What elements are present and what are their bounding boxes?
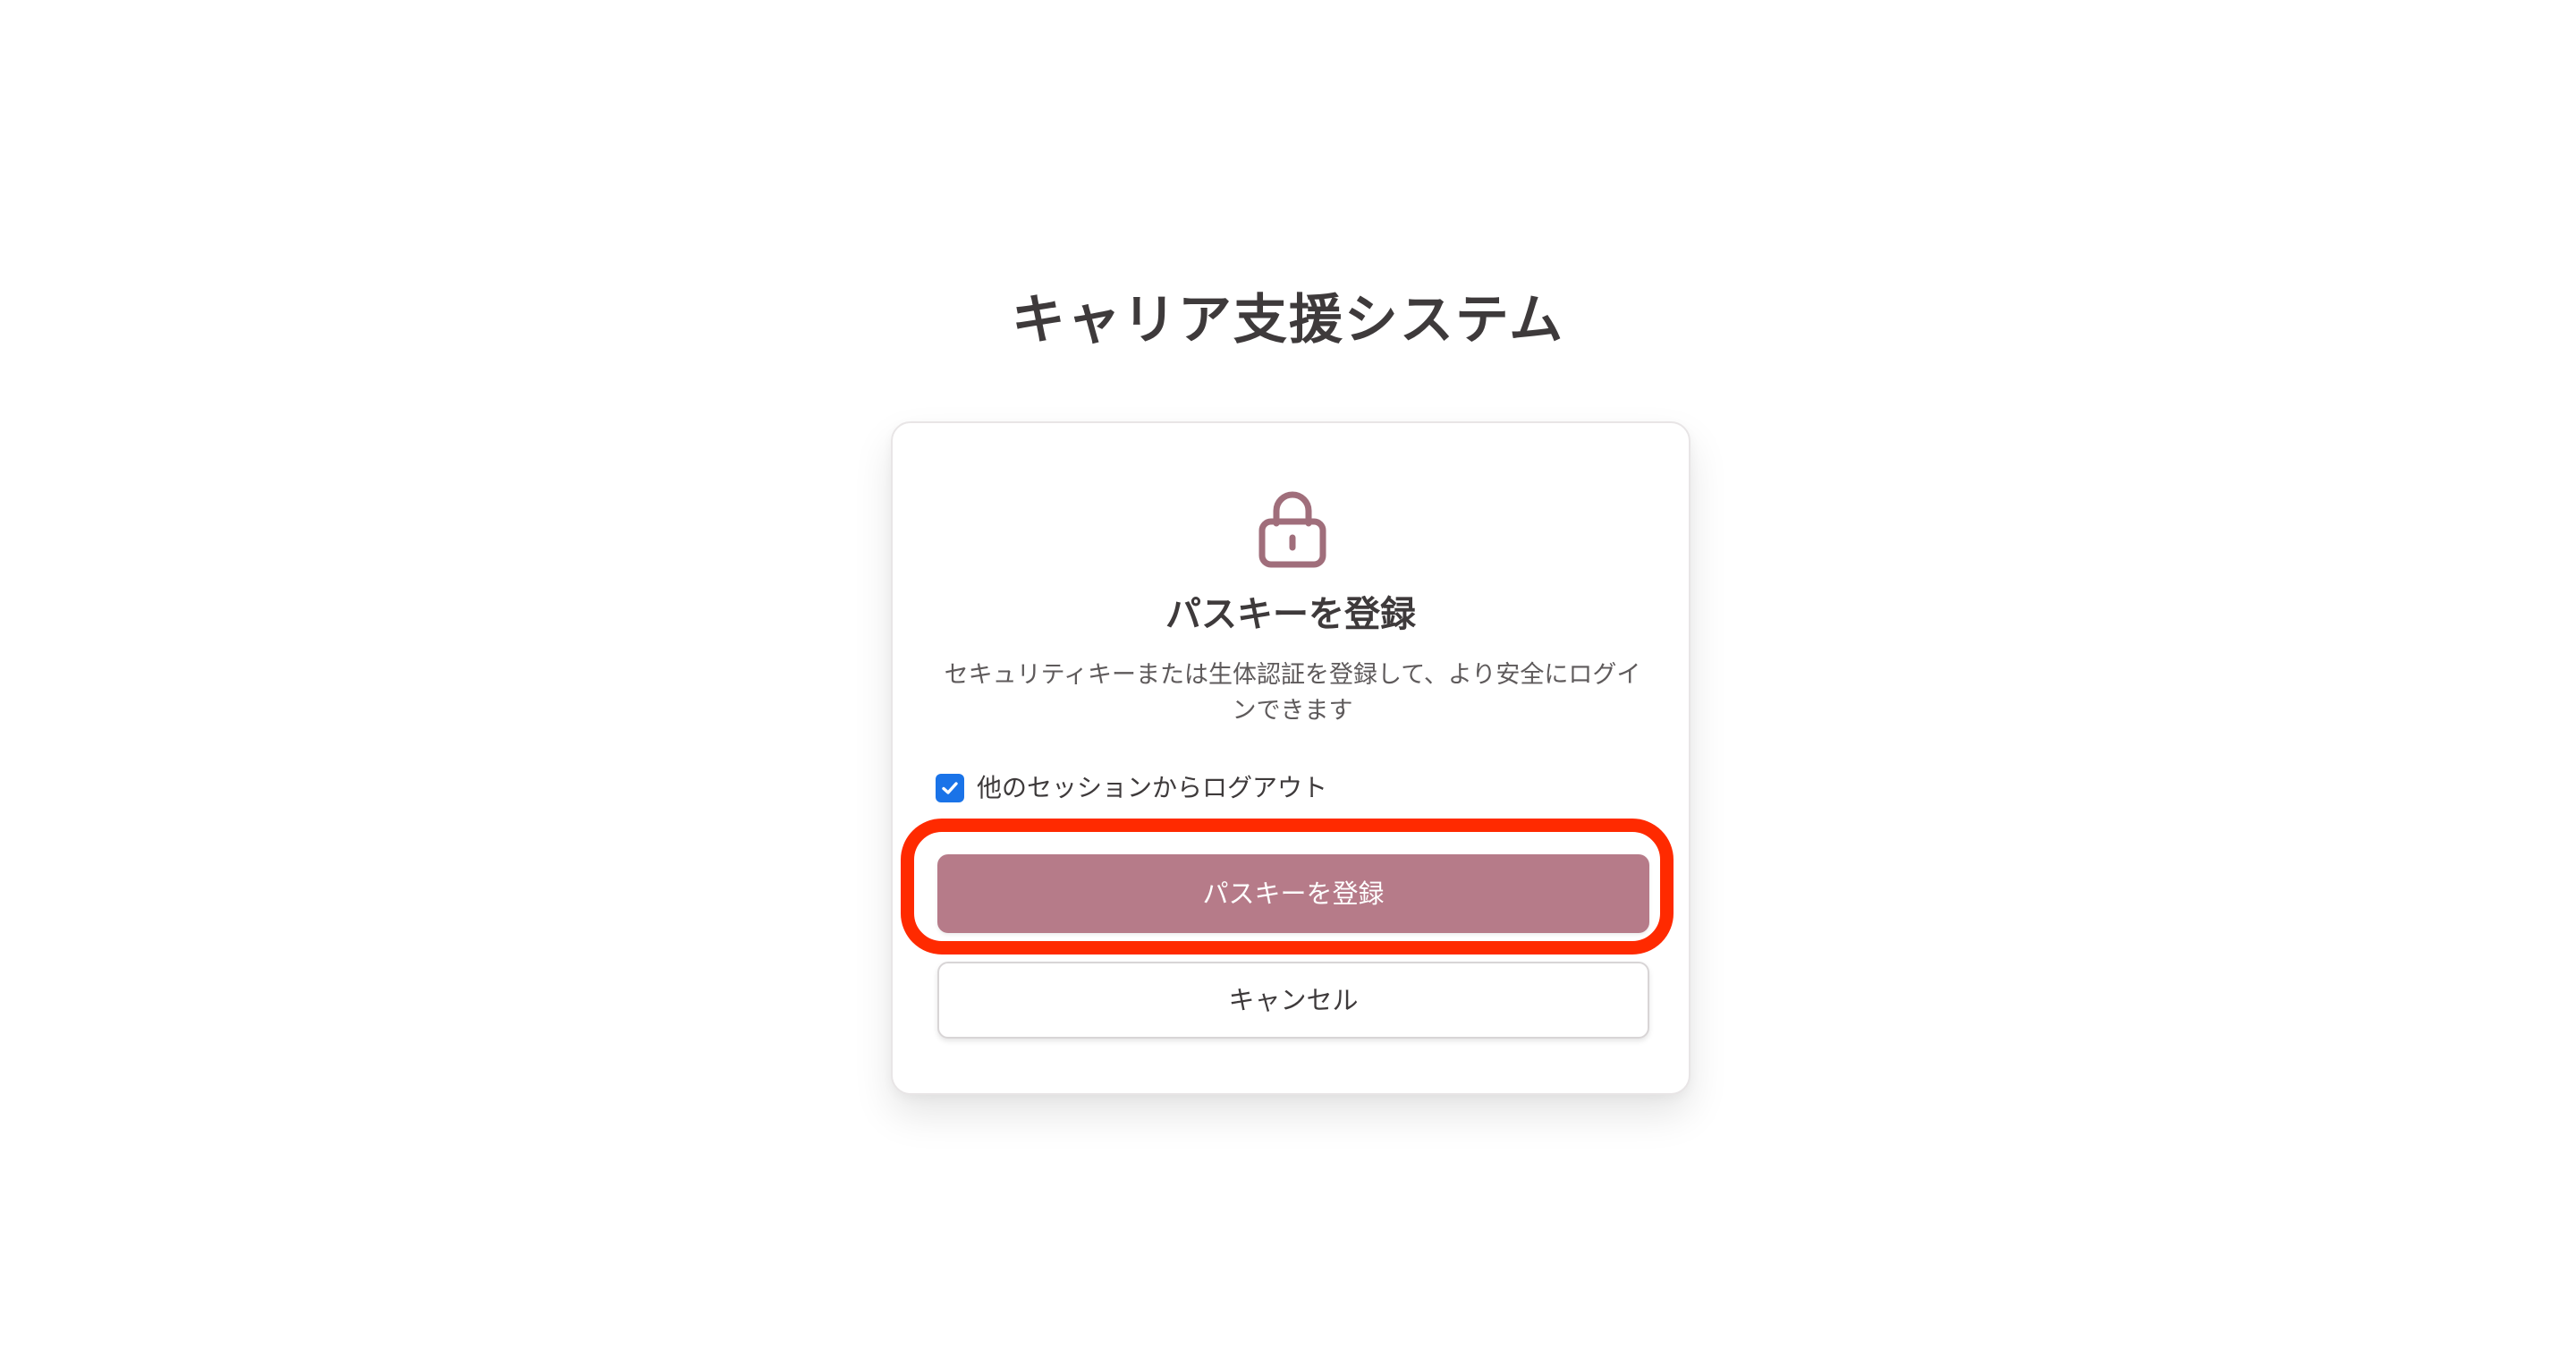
logout-other-sessions-option[interactable]: 他のセッションからログアウト — [936, 770, 1327, 806]
passkey-card: パスキーを登録 セキュリティキーまたは生体認証を登録して、より安全にログインでき… — [891, 421, 1690, 1095]
card-title: パスキーを登録 — [1165, 594, 1416, 635]
checkmark-icon — [942, 782, 958, 794]
page-title: キャリア支援システム — [1011, 289, 1565, 352]
logout-other-sessions-checkbox[interactable] — [936, 774, 964, 802]
highlight-annotation — [901, 819, 1674, 954]
cancel-button[interactable]: キャンセル — [937, 962, 1649, 1039]
card-description: セキュリティキーまたは生体認証を登録して、より安全にログインできます — [944, 661, 1641, 725]
lock-icon — [1258, 491, 1326, 568]
logout-other-sessions-label: 他のセッションからログアウト — [977, 773, 1328, 802]
